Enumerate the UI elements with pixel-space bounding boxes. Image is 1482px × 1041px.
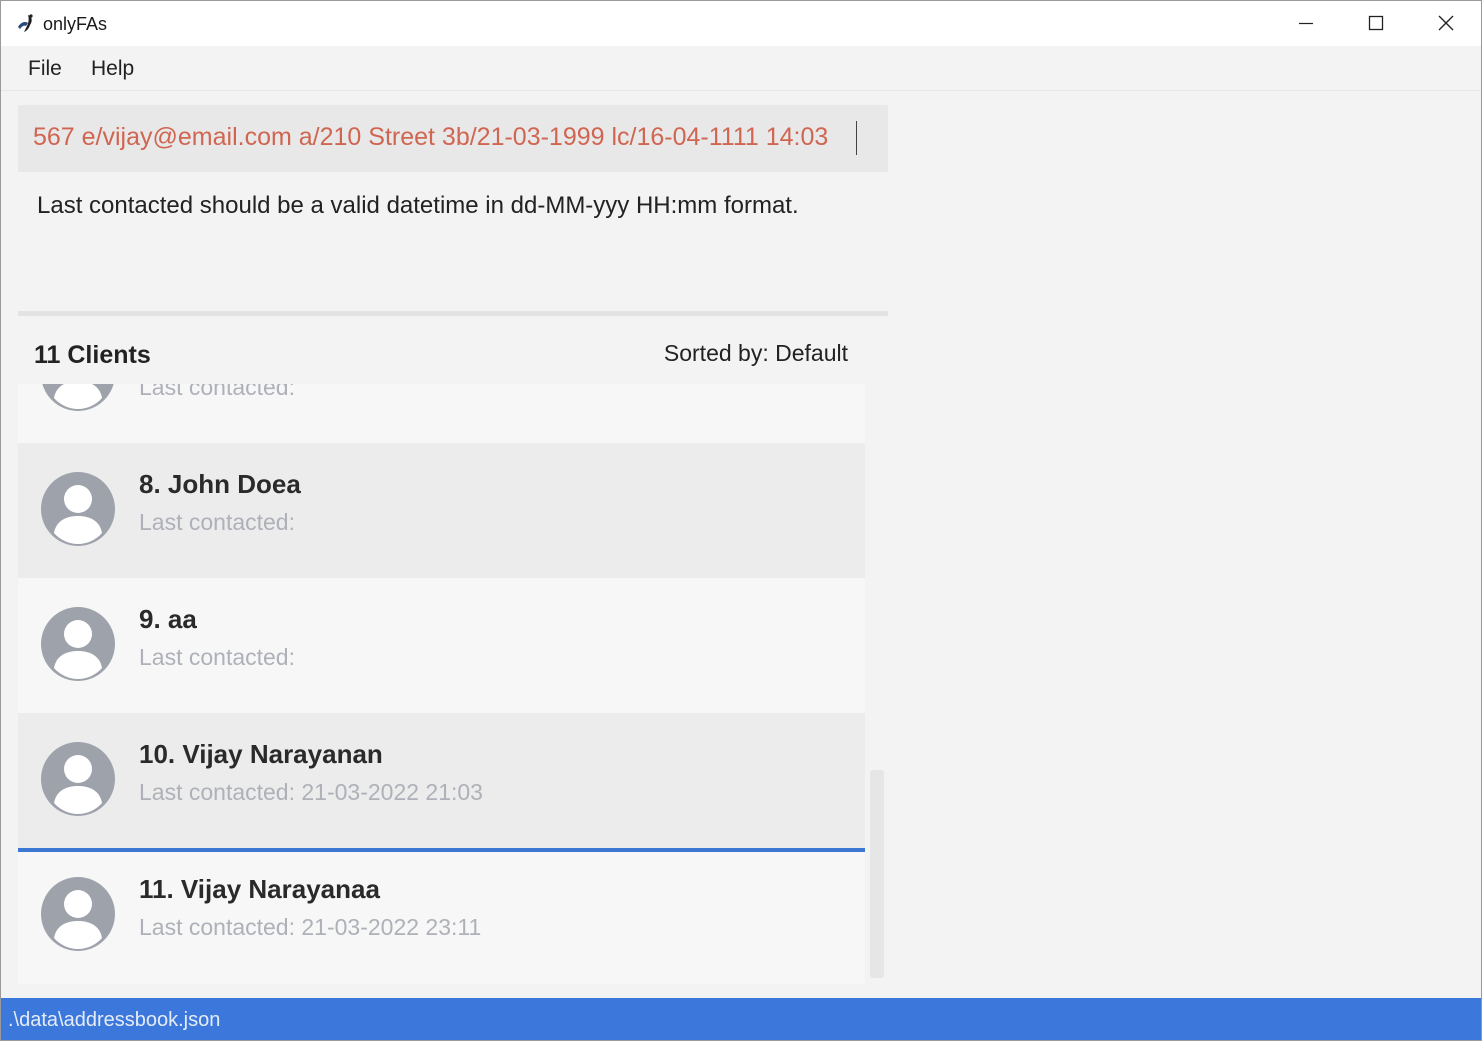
menu-file[interactable]: File [28, 57, 62, 81]
client-last-contacted: Last contacted: [139, 644, 295, 670]
user-avatar-icon [42, 384, 114, 411]
client-last-contacted: Last contacted: 21-03-2022 21:03 [139, 779, 483, 805]
client-card[interactable]: 10. Vijay Narayanan Last contacted: 21-03… [18, 713, 865, 848]
sort-indicator: Sorted by: Default [663, 340, 848, 366]
user-avatar-icon [41, 742, 115, 816]
client-card[interactable]: Last contacted: [18, 384, 865, 443]
client-last-contacted: Last contacted: [139, 384, 295, 400]
client-name: 10. Vijay Narayanan [139, 739, 383, 769]
result-display: Last contacted should be a valid datetim… [18, 173, 888, 311]
client-list-header: 11 Clients Sorted by: Default [18, 316, 888, 384]
client-list[interactable]: Last contacted: 8. John Doea Last contacte… [18, 384, 865, 984]
maximize-button[interactable] [1341, 1, 1411, 46]
menu-bar: File Help [1, 46, 1481, 91]
menu-help[interactable]: Help [91, 57, 134, 81]
client-count: 11 Clients [34, 341, 151, 369]
maximize-icon [1368, 15, 1384, 31]
user-avatar-icon [41, 877, 115, 951]
minimize-icon [1299, 22, 1313, 25]
client-name: 8. John Doea [139, 469, 301, 499]
client-name: 9. aa [139, 604, 197, 634]
data-file-path: .\data\addressbook.json [8, 1009, 221, 1031]
client-card[interactable]: 8. John Doea Last contacted: [18, 443, 865, 578]
window-title: onlyFAs [43, 14, 108, 34]
command-input-text: 567 e/vijay@email.com a/210 Street 3b/21… [33, 123, 829, 151]
command-input[interactable]: 567 e/vijay@email.com a/210 Street 3b/21… [18, 105, 888, 172]
app-window: onlyFAs File Help 567 e/vijay@email.com … [0, 0, 1482, 1041]
close-icon [1438, 15, 1454, 31]
close-button[interactable] [1411, 1, 1481, 46]
client-name: 11. Vijay Narayanaa [139, 874, 380, 904]
title-bar: onlyFAs [1, 1, 1481, 46]
result-message: Last contacted should be a valid datetim… [37, 192, 799, 219]
client-last-contacted: Last contacted: 21-03-2022 23:11 [139, 914, 482, 940]
client-card[interactable]: 9. aa Last contacted: [18, 578, 865, 713]
user-avatar-icon [41, 472, 115, 546]
status-bar: .\data\addressbook.json [1, 998, 1481, 1040]
client-last-contacted: Last contacted: [139, 509, 295, 535]
scrollbar-thumb[interactable] [870, 770, 884, 978]
minimize-button[interactable] [1271, 1, 1341, 46]
user-avatar-icon [41, 607, 115, 681]
text-caret [856, 121, 857, 155]
client-card[interactable]: 11. Vijay Narayanaa Last contacted: 21-03… [18, 848, 865, 983]
client-list-content: Last contacted: 8. John Doea Last contacte… [18, 384, 865, 983]
app-logo-icon [18, 14, 33, 32]
